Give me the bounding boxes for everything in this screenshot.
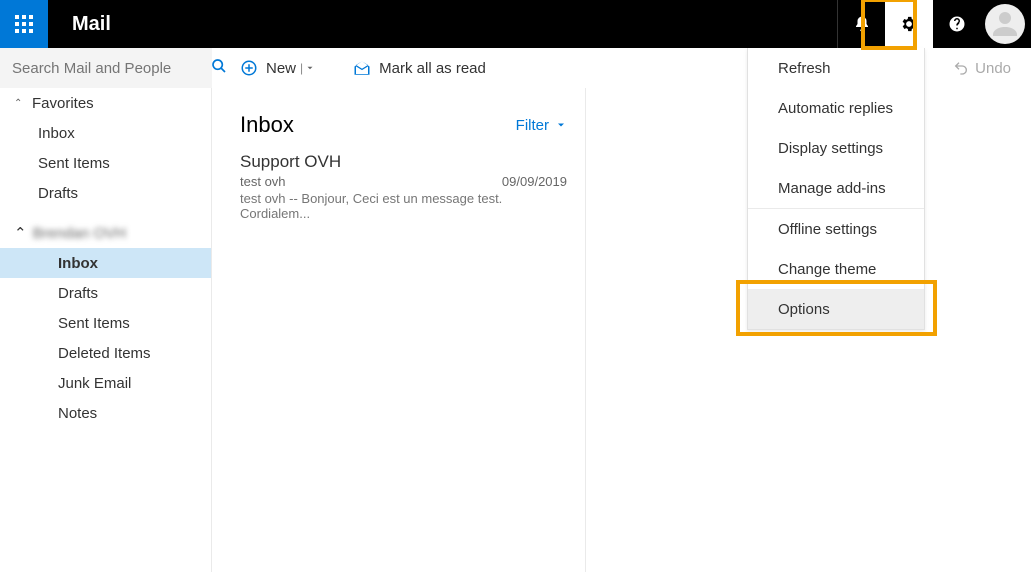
search-icon[interactable] — [211, 58, 227, 79]
sidebar-inbox[interactable]: Inbox — [0, 248, 211, 278]
account-name: Brendan OVH — [33, 225, 126, 242]
sidebar-fav-sent[interactable]: Sent Items — [0, 148, 211, 178]
menu-display-settings[interactable]: Display settings — [748, 128, 924, 168]
undo-button[interactable]: Undo — [953, 60, 1011, 77]
help-icon — [948, 15, 966, 33]
favorites-group[interactable]: ⌃ Favorites — [0, 88, 211, 118]
waffle-icon — [15, 15, 33, 33]
new-split: | — [300, 61, 303, 75]
gear-icon — [899, 14, 919, 34]
top-bar: Mail — [0, 0, 1031, 48]
message-preview: test ovh -- Bonjour, Ceci est un message… — [240, 191, 567, 221]
account-group[interactable]: ⌃ Brendan OVH — [0, 218, 211, 248]
undo-label: Undo — [975, 60, 1011, 77]
chevron-up-icon: ⌃ — [14, 224, 27, 242]
person-icon — [987, 6, 1023, 42]
sidebar-sent[interactable]: Sent Items — [0, 308, 211, 338]
menu-change-theme[interactable]: Change theme — [748, 249, 924, 289]
chevron-up-icon: ⌃ — [14, 98, 26, 109]
menu-options[interactable]: Options — [748, 289, 924, 329]
help-button[interactable] — [933, 0, 981, 48]
user-avatar[interactable] — [985, 4, 1025, 44]
new-label: New — [266, 60, 296, 77]
sidebar-fav-inbox[interactable]: Inbox — [0, 118, 211, 148]
undo-icon — [953, 60, 969, 76]
envelope-open-icon — [353, 59, 371, 77]
menu-manage-addins[interactable]: Manage add-ins — [748, 168, 924, 208]
favorites-label: Favorites — [32, 95, 94, 112]
message-list: Inbox Filter Support OVH test ovh 09/09/… — [212, 88, 586, 572]
menu-auto-replies[interactable]: Automatic replies — [748, 88, 924, 128]
search-box[interactable] — [0, 48, 212, 88]
message-item[interactable]: Support OVH test ovh 09/09/2019 test ovh… — [240, 152, 567, 221]
bell-icon — [853, 15, 871, 33]
filter-label: Filter — [516, 117, 549, 134]
inbox-title: Inbox — [240, 112, 294, 138]
message-date: 09/09/2019 — [502, 174, 567, 189]
settings-button[interactable] — [885, 0, 933, 48]
sidebar-deleted[interactable]: Deleted Items — [0, 338, 211, 368]
plus-circle-icon — [240, 59, 258, 77]
top-right-icons — [837, 0, 1031, 48]
new-button[interactable]: New | — [240, 59, 323, 77]
mark-all-read-button[interactable]: Mark all as read — [353, 59, 486, 77]
search-input[interactable] — [12, 60, 211, 77]
sidebar-notes[interactable]: Notes — [0, 398, 211, 428]
menu-offline-settings[interactable]: Offline settings — [748, 209, 924, 249]
message-from: Support OVH — [240, 152, 567, 172]
menu-refresh[interactable]: Refresh — [748, 48, 924, 88]
sidebar-drafts[interactable]: Drafts — [0, 278, 211, 308]
sidebar-fav-drafts[interactable]: Drafts — [0, 178, 211, 208]
app-launcher-button[interactable] — [0, 0, 48, 48]
chevron-down-icon[interactable] — [305, 63, 315, 73]
chevron-down-icon — [555, 119, 567, 131]
message-subject: test ovh — [240, 174, 286, 189]
filter-button[interactable]: Filter — [516, 117, 567, 134]
sidebar-junk[interactable]: Junk Email — [0, 368, 211, 398]
app-title: Mail — [72, 13, 111, 36]
settings-menu: Refresh Automatic replies Display settin… — [747, 48, 925, 330]
markall-label: Mark all as read — [379, 60, 486, 77]
notifications-button[interactable] — [837, 0, 885, 48]
sidebar: ⌃ Favorites Inbox Sent Items Drafts ⌃ Br… — [0, 88, 212, 572]
